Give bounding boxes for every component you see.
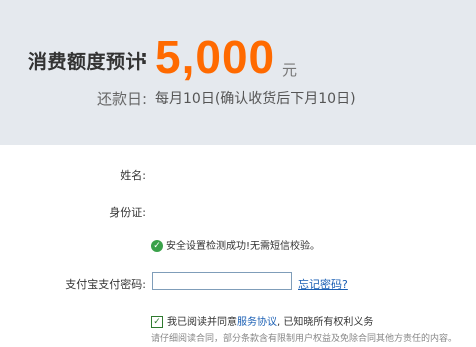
repayment-colon: : <box>142 90 148 108</box>
check-circle-icon: ✓ <box>151 240 163 252</box>
name-label: 姓名: <box>120 169 146 182</box>
forgot-password-link[interactable]: 忘记密码? <box>298 276 348 292</box>
id-card-label: 身份证: <box>109 206 146 219</box>
security-notice: ✓ 安全设置检测成功!无需短信校验。 <box>151 237 320 252</box>
payment-password-input[interactable] <box>152 272 292 290</box>
estimate-label: 消费额度预计 <box>28 51 146 73</box>
agreement-checkbox[interactable]: ✓ <box>151 316 163 328</box>
estimate-unit: 元 <box>282 61 298 79</box>
repayment-value: 每月10日(确认收货后下月10日) <box>155 91 356 107</box>
agreement-prefix: 我已阅读并同意 <box>167 317 237 328</box>
security-notice-text: 安全设置检测成功!无需短信校验。 <box>166 241 321 252</box>
estimate-colon: : <box>140 45 148 69</box>
estimate-amount: 5,000 <box>155 31 276 83</box>
contract-disclaimer: 请仔细阅读合同，部分条款含有限制用户权益及免除合同其他方责任的内容。 <box>151 334 458 344</box>
password-label: 支付宝支付密码: <box>65 278 146 291</box>
agreement-row: ✓ 我已阅读并同意服务协议, 已知晓所有权利义务 <box>151 313 373 328</box>
agreement-suffix: , 已知晓所有权利义务 <box>277 317 374 328</box>
repayment-label-text: 还款日 <box>97 90 143 108</box>
repayment-label: 还款日: <box>97 88 147 109</box>
credit-estimate-banner: 消费额度预计 : 5,000 元 还款日: 每月10日(确认收货后下月10日) <box>0 0 476 145</box>
service-agreement-link[interactable]: 服务协议 <box>237 317 277 328</box>
